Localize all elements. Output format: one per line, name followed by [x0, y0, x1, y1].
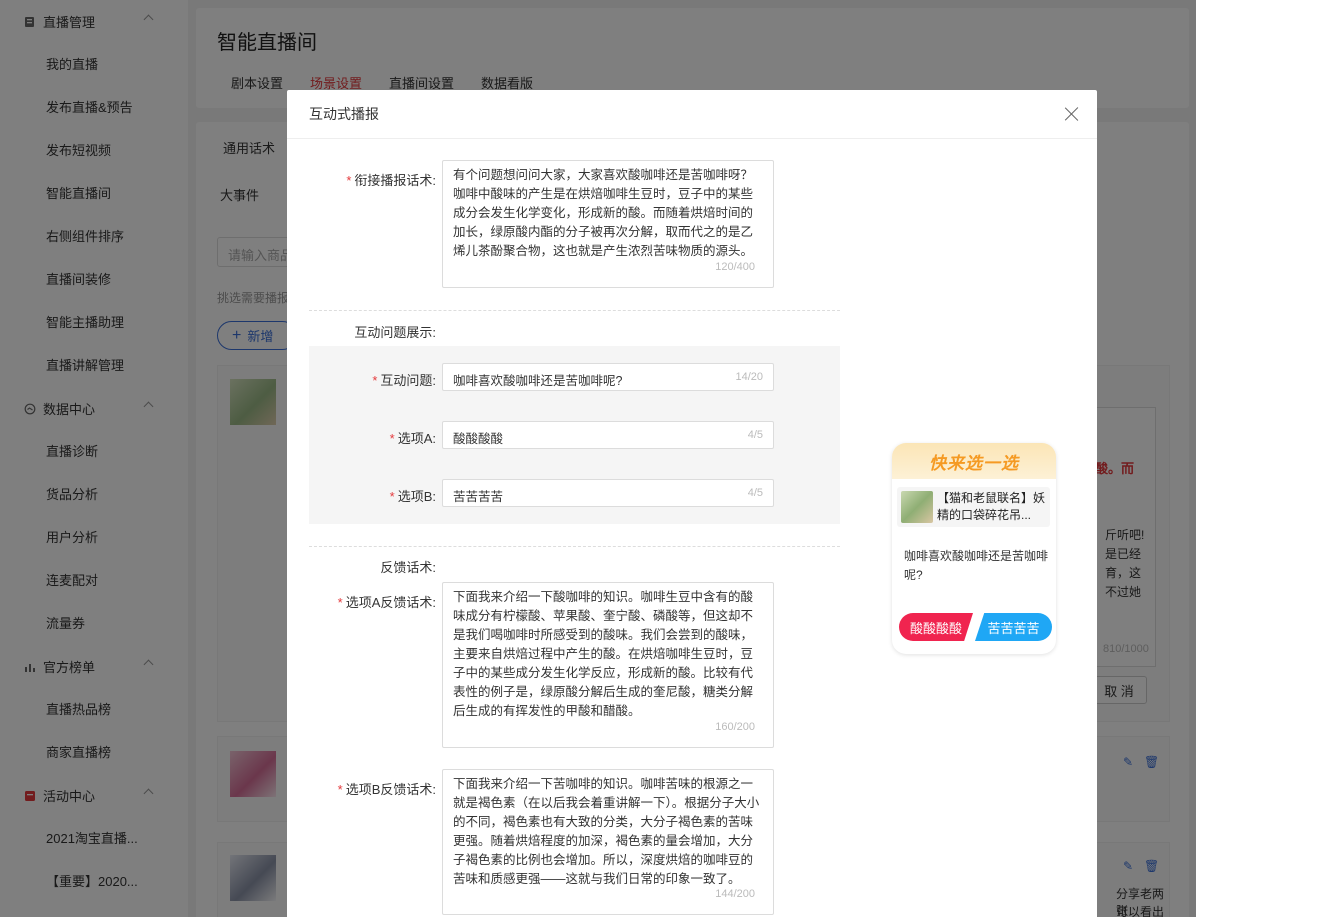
divider — [309, 310, 840, 311]
optionA-input[interactable]: 酸酸酸酸 4/5 — [442, 421, 774, 449]
feedbackA-textarea[interactable]: 下面我来介绍一下酸咖啡的知识。咖啡生豆中含有的酸味成分有柠檬酸、苹果酸、奎宁酸、… — [442, 582, 774, 748]
optionB-input[interactable]: 苦苦苦苦 4/5 — [442, 479, 774, 507]
preview-header: 快来选一选 — [892, 443, 1056, 479]
feedback-section-label: 反馈话术: — [380, 560, 436, 575]
bridge-script-textarea[interactable]: 有个问题想问问大家，大家喜欢酸咖啡还是苦咖啡呀？咖啡中酸味的产生是在烘焙咖啡生豆… — [442, 160, 774, 288]
interactive-broadcast-modal: 互动式播报 * 衔接播报话术: 有个问题想问问大家，大家喜欢酸咖啡还是苦咖啡呀？咖… — [287, 90, 1097, 917]
preview-question: 咖啡喜欢酸咖啡还是苦咖啡呢? — [904, 549, 1049, 582]
product-name: 【猫和老鼠联名】妖精的口袋碎花吊... — [937, 491, 1046, 522]
modal-header: 互动式播报 — [287, 90, 1097, 139]
question-input[interactable]: 咖啡喜欢酸咖啡还是苦咖啡呢? 14/20 — [442, 363, 774, 391]
divider — [309, 546, 840, 547]
modal-title: 互动式播报 — [309, 106, 379, 122]
optionB-label: * 选项B: — [389, 489, 436, 504]
feedbackB-label: * 选项B反馈话术: — [337, 782, 436, 797]
preview-product: 【猫和老鼠联名】妖精的口袋碎花吊... — [897, 487, 1050, 527]
feedbackB-textarea[interactable]: 下面我来介绍一下苦咖啡的知识。咖啡苦味的根源之一就是褐色素（在以后我会着重讲解一… — [442, 769, 774, 915]
feedbackA-label: * 选项A反馈话术: — [337, 595, 436, 610]
question-section-label: 互动问题展示: — [354, 325, 436, 340]
preview-optionB-button[interactable]: 苦苦苦苦 — [975, 613, 1052, 641]
product-image — [901, 491, 933, 523]
optionA-label: * 选项A: — [389, 431, 436, 446]
preview-card: 快来选一选 【猫和老鼠联名】妖精的口袋碎花吊... 咖啡喜欢酸咖啡还是苦咖啡呢?… — [892, 443, 1056, 654]
question-label: * 互动问题: — [372, 373, 436, 388]
right-blank — [1196, 0, 1339, 917]
bridge-label: * 衔接播报话术: — [346, 173, 436, 188]
close-icon[interactable] — [1065, 107, 1079, 121]
preview-optionA-button[interactable]: 酸酸酸酸 — [899, 613, 973, 641]
